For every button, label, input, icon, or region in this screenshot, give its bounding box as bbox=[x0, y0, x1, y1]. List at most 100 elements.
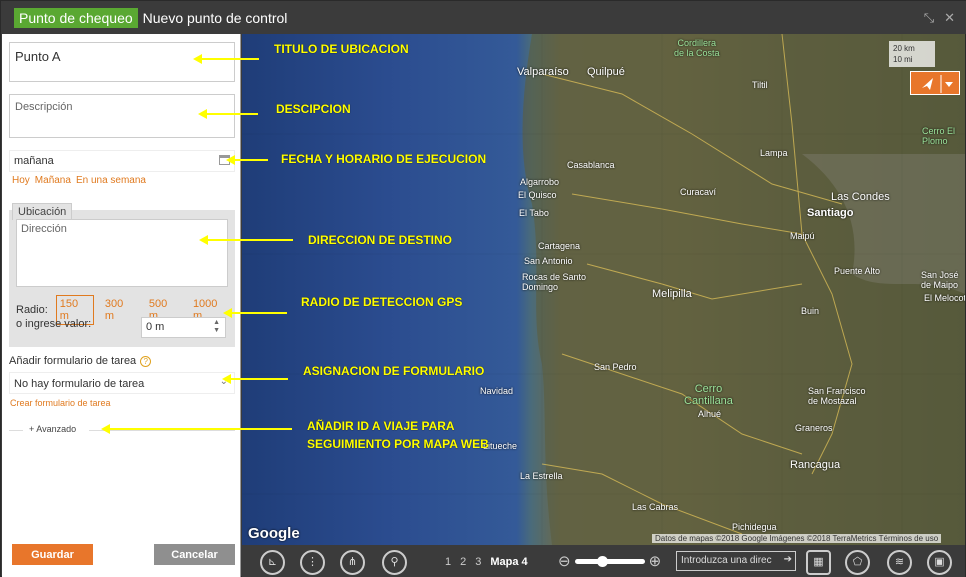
zoom-out-icon[interactable]: ⊖ bbox=[558, 552, 571, 570]
quick-dates: Hoy Mañana En una semana bbox=[12, 175, 146, 186]
map-label-maipu: Maipú bbox=[790, 231, 815, 241]
map-tab-4[interactable]: Mapa 4 bbox=[490, 556, 527, 568]
scale-mi: 10 mi bbox=[893, 55, 913, 64]
map-label-graneros: Graneros bbox=[795, 423, 833, 433]
save-button[interactable]: Guardar bbox=[12, 544, 93, 565]
navigation-arrow-icon bbox=[922, 75, 953, 93]
map-label-quilpue: Quilpué bbox=[587, 66, 625, 78]
task-form-value: No hay formulario de tarea bbox=[14, 378, 145, 390]
map-toolbar: ⊾ ⋮ ⋔ ⚲ 1 2 3 Mapa 4 ⊖ ⊕ Introduzca una … bbox=[242, 546, 965, 577]
close-icon[interactable]: ✕ bbox=[944, 10, 955, 26]
annotation-addr: DIRECCION DE DESTINO bbox=[308, 233, 453, 247]
map-label-san-jose: San José de Maipo bbox=[921, 270, 959, 290]
map-label-el-melocoton: El Melocotón bbox=[924, 293, 965, 303]
zoom-slider[interactable] bbox=[574, 555, 645, 567]
annotation-adv-line2: SEGUIMIENTO POR MAPA WEB bbox=[307, 437, 489, 451]
map-label-rocas: Rocas de Santo Domingo bbox=[522, 272, 587, 292]
map-label-el-quisco: El Quisco bbox=[518, 190, 557, 200]
map-attribution[interactable]: Datos de mapas ©2018 Google Imágenes ©20… bbox=[652, 534, 942, 543]
scale-km: 20 km bbox=[893, 44, 915, 53]
quick-date-tomorrow[interactable]: Mañana bbox=[35, 175, 71, 186]
map-label-cordillera: Cordillera de la Costa bbox=[674, 38, 720, 58]
annotation-form: ASIGNACION DE FORMULARIO bbox=[303, 364, 485, 378]
annotation-radius: RADIO DE DETECCION GPS bbox=[301, 295, 463, 309]
task-form-label-row: Añadir formulario de tarea ? bbox=[9, 355, 152, 367]
locate-button[interactable] bbox=[910, 71, 960, 95]
building-icon[interactable]: ▦ bbox=[806, 550, 831, 575]
map-label-la-estrella: La Estrella bbox=[520, 471, 563, 481]
address-field[interactable]: Dirección bbox=[16, 219, 228, 287]
advanced-label: Avanzado bbox=[36, 424, 77, 434]
annotation-arrow-desc bbox=[198, 109, 258, 119]
custom-radius-input[interactable]: 0 m ▲ ▼ bbox=[141, 317, 226, 338]
zoom-in-icon[interactable]: ⊕ bbox=[649, 552, 662, 570]
radius-300[interactable]: 300 m bbox=[102, 296, 138, 324]
map-tab-2[interactable]: 2 bbox=[460, 556, 466, 568]
zoom-control: ⊖ ⊕ bbox=[558, 552, 661, 570]
map-pin-icon[interactable]: ⚲ bbox=[382, 550, 407, 575]
map-label-lampa: Lampa bbox=[760, 148, 788, 158]
layers-icon[interactable]: ≋ bbox=[887, 550, 912, 575]
polygon-icon[interactable]: ⬠ bbox=[845, 550, 870, 575]
window-title: Nuevo punto de control bbox=[142, 9, 288, 26]
help-icon[interactable]: ? bbox=[140, 355, 152, 367]
map-label-el-tabo: El Tabo bbox=[519, 208, 549, 218]
stepper-arrows-icon[interactable]: ▲ ▼ bbox=[213, 319, 220, 335]
search-go-icon[interactable]: ➔ bbox=[784, 554, 792, 565]
annotation-desc: DESCIPCION bbox=[276, 102, 351, 116]
fullscreen-icon[interactable]: ▣ bbox=[927, 550, 952, 575]
map-label-navidad: Navidad bbox=[480, 386, 514, 396]
map-label-buin: Buin bbox=[801, 306, 820, 316]
map-label-casablanca: Casablanca bbox=[567, 160, 615, 170]
annotation-arrow-adv bbox=[101, 424, 292, 434]
advanced-toggle[interactable]: + Avanzado bbox=[9, 424, 235, 436]
custom-radius-label: o ingrese valor: bbox=[16, 318, 92, 330]
map-label-valparaiso: Valparaíso bbox=[517, 66, 569, 78]
map-label-cerro-el-plomo: Cerro El Plomo bbox=[922, 126, 956, 146]
type-badge: Punto de chequeo bbox=[14, 7, 138, 28]
map-label-puente-alto: Puente Alto bbox=[834, 266, 881, 276]
map-label-alhue: Alhué bbox=[698, 409, 722, 419]
title-bar: Punto de chequeo Nuevo punto de control … bbox=[1, 1, 966, 34]
map-tab-1[interactable]: 1 bbox=[445, 556, 451, 568]
dialog-window: Punto de chequeo Nuevo punto de control … bbox=[0, 0, 966, 577]
map-tabs: 1 2 3 Mapa 4 bbox=[445, 556, 528, 568]
cancel-button[interactable]: Cancelar bbox=[154, 544, 235, 565]
ruler-icon[interactable]: ⊾ bbox=[260, 550, 285, 575]
annotation-arrow-title bbox=[193, 54, 259, 64]
annotation-arrow-radius bbox=[223, 308, 287, 318]
date-value: mañana bbox=[14, 155, 54, 167]
map-label-san-antonio: San Antonio bbox=[524, 256, 573, 266]
quick-date-today[interactable]: Hoy bbox=[12, 175, 30, 186]
map-label-santiago: Santiago bbox=[807, 207, 854, 219]
map-scale: 20 km 10 mi bbox=[889, 41, 935, 67]
map-label-rancagua: Rancagua bbox=[790, 459, 841, 471]
map-label-las-condes: Las Condes bbox=[831, 191, 890, 203]
quick-date-week[interactable]: En una semana bbox=[76, 175, 146, 186]
annotation-arrow-date bbox=[226, 155, 268, 165]
annotation-arrow-form bbox=[222, 374, 288, 384]
radius-label: Radio: bbox=[16, 304, 48, 316]
map-label-san-pedro: San Pedro bbox=[594, 362, 637, 372]
share-icon[interactable]: ⋔ bbox=[340, 550, 365, 575]
map-label-curacavi: Curacaví bbox=[680, 187, 717, 197]
map-label-san-francisco: San Francisco de Mostazal bbox=[808, 386, 866, 406]
location-tab: Ubicación bbox=[12, 203, 73, 220]
map-tab-3[interactable]: 3 bbox=[475, 556, 481, 568]
map-label-cartagena: Cartagena bbox=[538, 241, 581, 251]
map-label-las-cabras: Las Cabras bbox=[632, 502, 679, 512]
create-form-link[interactable]: Crear formulario de tarea bbox=[10, 398, 111, 408]
annotation-title: TITULO DE UBICACION bbox=[274, 42, 409, 56]
traffic-light-icon[interactable]: ⋮ bbox=[300, 550, 325, 575]
custom-radius-value: 0 m bbox=[146, 321, 165, 333]
annotation-date: FECHA Y HORARIO DE EJECUCION bbox=[281, 152, 487, 166]
map-label-algarrobo: Algarrobo bbox=[520, 177, 560, 187]
date-field[interactable]: mañana bbox=[9, 150, 235, 172]
task-form-select[interactable]: No hay formulario de tarea ⌄ bbox=[9, 372, 235, 394]
map-label-melipilla: Melipilla bbox=[652, 288, 692, 300]
zoom-slider-knob[interactable] bbox=[596, 555, 608, 567]
address-search-input[interactable]: Introduzca una direc ➔ bbox=[676, 551, 796, 571]
google-logo: Google bbox=[248, 525, 300, 542]
map-label-tiltil: Tiltil bbox=[752, 80, 768, 90]
expand-icon[interactable]: ⤡ bbox=[924, 10, 934, 26]
